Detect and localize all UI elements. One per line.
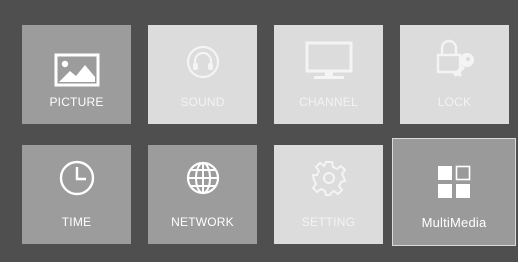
time-icon [59,160,94,196]
network-icon [186,161,219,195]
menu-tile-channel[interactable]: CHANNEL [274,25,383,124]
tv-menu-screen: PICTURE SOUND CHANNEL LOCK TIME NETWORK … [0,0,518,262]
menu-tile-multimedia[interactable]: MultiMedia [392,138,516,246]
tile-label-channel: CHANNEL [299,95,358,109]
menu-tile-network[interactable]: NETWORK [148,145,257,244]
tile-label-setting: SETTING [301,215,356,229]
menu-tile-lock[interactable]: LOCK [400,25,509,124]
channel-icon [305,41,352,79]
picture-icon [54,53,99,87]
menu-tile-setting[interactable]: SETTING [274,145,383,244]
menu-tile-picture[interactable]: PICTURE [22,25,131,124]
multimedia-icon [438,165,471,198]
tile-label-network: NETWORK [171,215,234,229]
menu-tile-time[interactable]: TIME [22,145,131,244]
lock-icon [436,39,474,77]
menu-tile-sound[interactable]: SOUND [148,25,257,124]
tile-label-time: TIME [61,215,92,229]
tile-label-multimedia: MultiMedia [421,215,487,230]
sound-icon [186,45,219,79]
tile-label-picture: PICTURE [49,95,104,109]
tile-label-sound: SOUND [180,95,225,109]
tile-label-lock: LOCK [437,95,472,109]
setting-icon [311,161,346,196]
